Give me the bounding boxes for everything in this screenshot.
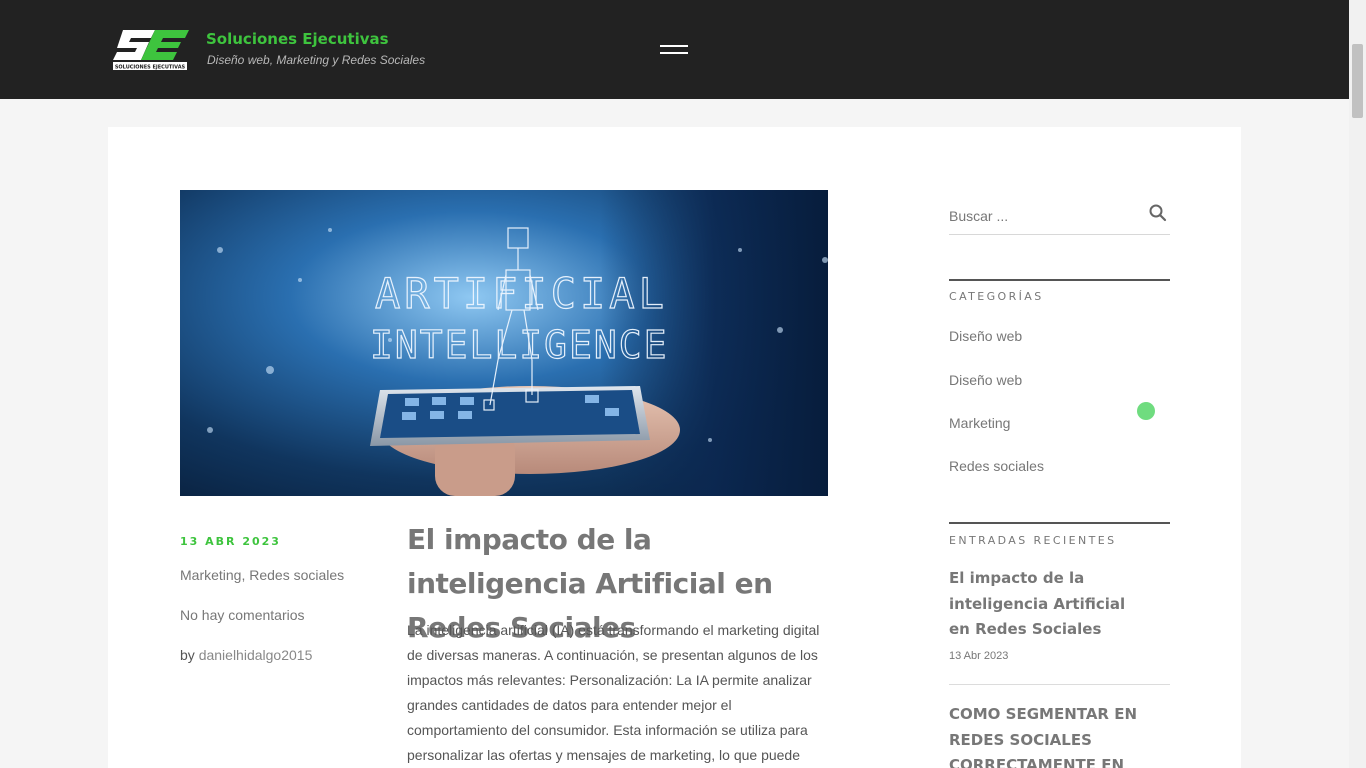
site-tagline: Diseño web, Marketing y Redes Sociales <box>207 53 426 67</box>
post-categories[interactable]: Marketing, Redes sociales <box>180 567 344 583</box>
search-icon[interactable] <box>1148 203 1168 223</box>
hero-text-line2: INTELLIGENCE <box>370 323 669 367</box>
category-link-marketing[interactable]: Marketing <box>949 415 1010 431</box>
recent-posts-widget-title: ENTRADAS RECIENTES <box>949 534 1117 547</box>
widget-divider <box>949 522 1170 524</box>
categories-widget-title: CATEGORÍAS <box>949 290 1044 303</box>
hero-text-line1: ARTIFICIAL <box>375 269 668 318</box>
widget-divider <box>949 279 1170 281</box>
site-logo[interactable]: SOLUCIONES EJECUTIVAS <box>111 28 191 72</box>
post-excerpt: La inteligencia artificial (IA) está tra… <box>407 622 820 763</box>
category-link-diseno-web[interactable]: Diseño web <box>949 328 1022 344</box>
category-link-redes-sociales[interactable]: Redes sociales <box>949 458 1044 474</box>
logo-subtext: SOLUCIONES EJECUTIVAS <box>115 65 186 71</box>
post-featured-image[interactable]: ARTIFICIAL INTELLIGENCE <box>180 190 828 496</box>
author-link[interactable]: danielhidalgo2015 <box>199 647 313 663</box>
menu-toggle-button[interactable] <box>660 43 688 57</box>
site-header: SOLUCIONES EJECUTIVAS Soluciones Ejecuti… <box>0 0 1349 99</box>
search-input[interactable] <box>949 208 1139 224</box>
recent-post-date: 13 Abr 2023 <box>949 650 1009 662</box>
post-comments-link[interactable]: No hay comentarios <box>180 607 305 623</box>
recent-post-link[interactable]: El impacto de la inteligencia Artificial… <box>949 566 1149 643</box>
recent-post-link[interactable]: COMO SEGMENTAR EN REDES SOCIALES CORRECT… <box>949 702 1159 768</box>
post-date[interactable]: 13 ABR 2023 <box>180 535 281 548</box>
hamburger-line <box>660 52 688 54</box>
scrollbar-thumb[interactable] <box>1352 44 1363 118</box>
sidebar-search <box>949 200 1170 235</box>
hamburger-line <box>660 45 688 47</box>
cursor-indicator <box>1137 402 1155 420</box>
recent-post-divider <box>949 684 1170 685</box>
category-link-diseno-web-2[interactable]: Diseño web <box>949 372 1022 388</box>
author-by-label: by <box>180 647 199 663</box>
site-title[interactable]: Soluciones Ejecutivas <box>206 30 389 48</box>
post-author: by danielhidalgo2015 <box>180 647 312 663</box>
